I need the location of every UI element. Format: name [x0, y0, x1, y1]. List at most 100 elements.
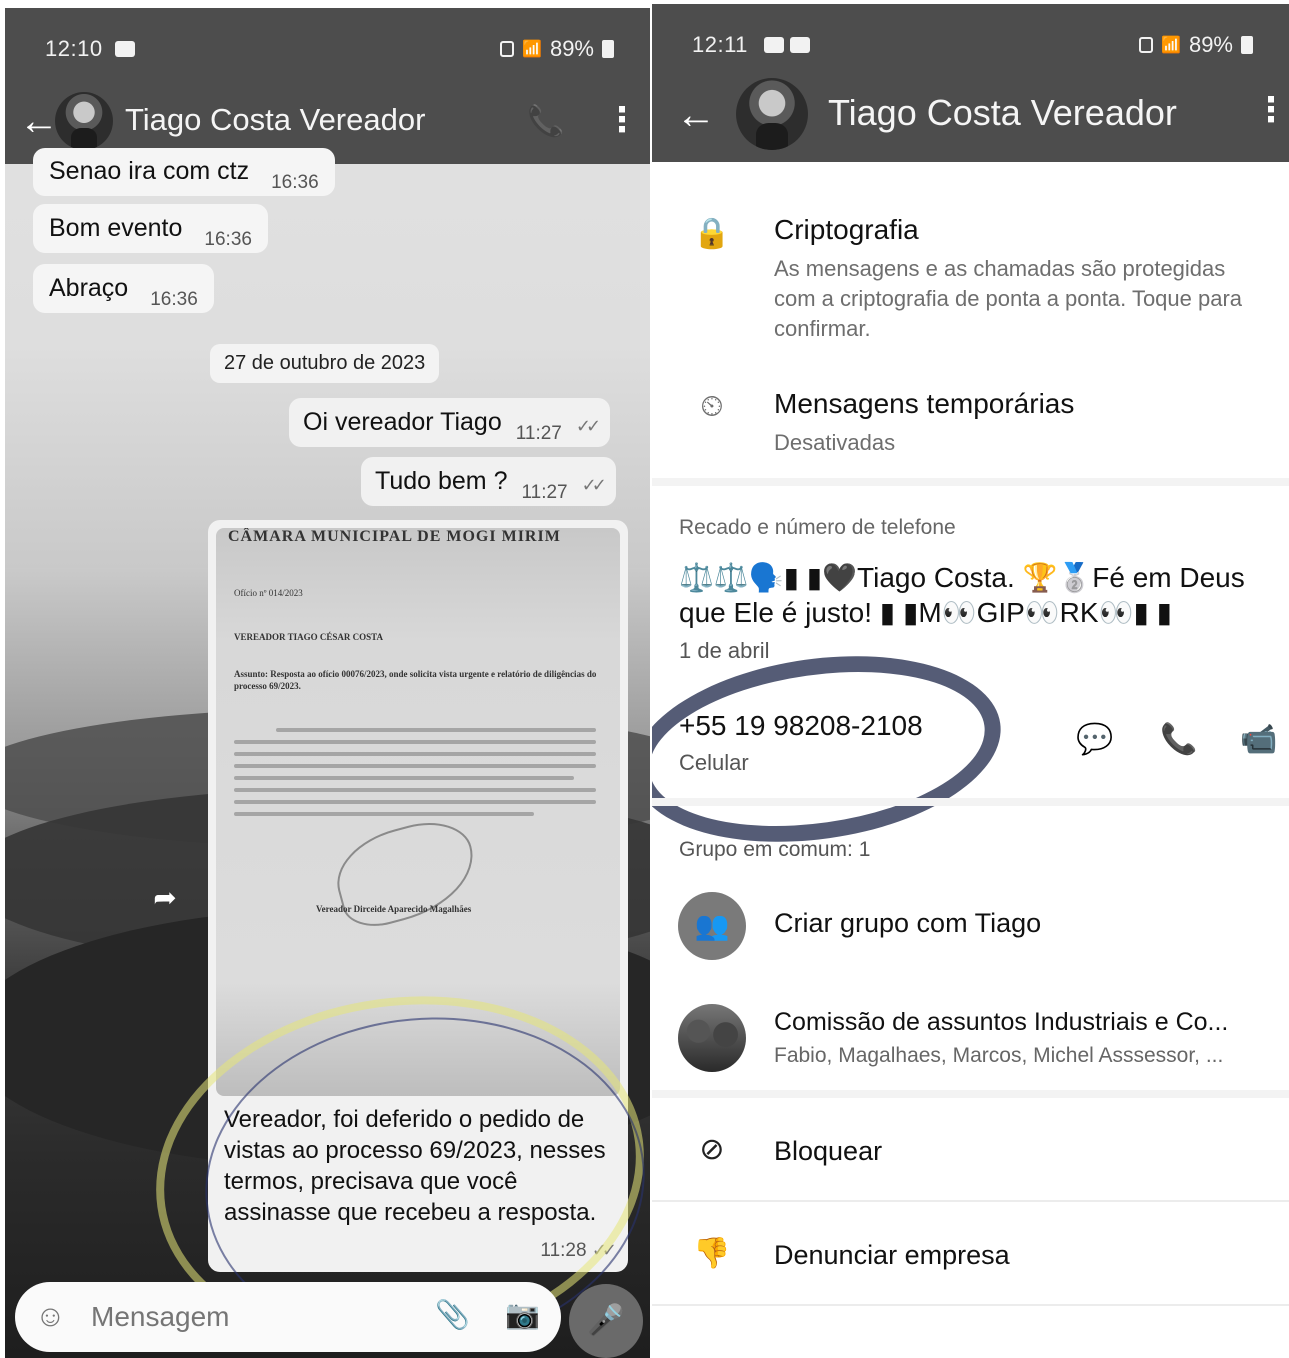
gallery-icon: [764, 37, 784, 53]
encryption-row[interactable]: 🔒 Criptografia As mensagens e as chamada…: [652, 204, 1289, 364]
disappearing-messages-row[interactable]: ⏲ Mensagens temporárias Desativadas: [652, 382, 1289, 472]
message-text: Tudo bem ?: [375, 467, 508, 495]
back-arrow-icon[interactable]: ←: [19, 96, 59, 146]
groups-common-label: Grupo em comum: 1: [679, 838, 871, 861]
document-line: [234, 788, 596, 792]
signature-scribble: [326, 811, 486, 935]
create-group-label: Criar grupo com Tiago: [774, 908, 1042, 938]
notification-icon: [115, 41, 135, 57]
battery-icon: [1241, 36, 1253, 54]
more-options-icon[interactable]: ⋮: [1254, 90, 1288, 130]
contact-header: ← Tiago Costa Vereador ⋮: [652, 74, 1289, 162]
camera-icon[interactable]: 📷: [505, 1298, 540, 1331]
outgoing-bubble[interactable]: Tudo bem ? 11:27 ✓✓: [361, 457, 616, 506]
pen-annotation: [652, 634, 1013, 864]
microphone-button[interactable]: 🎤: [569, 1284, 643, 1358]
more-options-icon[interactable]: ⋮: [605, 100, 639, 140]
document-photo[interactable]: CÂMARA MUNICIPAL DE MOGI MIRIM Ofício nº…: [216, 528, 620, 1096]
document-subject: Assunto: Resposta ao ofício 00076/2023, …: [234, 669, 597, 691]
message-time: 16:36: [204, 229, 252, 250]
message-time: 11:27: [515, 423, 562, 444]
divider: [652, 798, 1289, 806]
thumbs-down-icon: 👎: [693, 1237, 731, 1270]
block-icon: ⊘: [699, 1133, 725, 1166]
group-avatar: [678, 1004, 746, 1072]
video-call-icon[interactable]: 📹: [1240, 722, 1277, 757]
message-time: 11:28 ✓✓: [540, 1240, 617, 1262]
encryption-description: As mensagens e as chamadas são protegida…: [774, 256, 1243, 341]
encryption-title: Criptografia: [774, 214, 919, 245]
about-text: ⚖️⚖️🗣️▮ ▮🖤Tiago Costa. 🏆🥈Fé em Deus que …: [679, 562, 1245, 628]
read-receipt-icon: ✓✓: [591, 1240, 617, 1260]
document-signature: Vereador Dirceide Aparecido Magalhães: [316, 904, 472, 914]
status-bar: 12:11 📶 89%: [652, 4, 1289, 78]
divider: [652, 478, 1289, 486]
read-receipt-icon: ✓✓: [581, 475, 607, 495]
message-icon[interactable]: 💬: [1076, 722, 1113, 757]
status-time: 12:10: [45, 36, 103, 61]
date-separator: 27 de outubro de 2023: [210, 344, 440, 383]
document-line: [234, 764, 596, 768]
divider: [652, 1304, 1289, 1306]
document-line: [234, 740, 596, 744]
contact-name[interactable]: Tiago Costa Vereador: [125, 102, 425, 138]
contact-name: Tiago Costa Vereador: [828, 92, 1177, 133]
timer-icon: ⏲: [700, 390, 724, 423]
message-input[interactable]: [91, 1294, 411, 1340]
message-time: 11:27: [521, 482, 568, 503]
message-time: 16:36: [150, 289, 198, 310]
disappearing-value: Desativadas: [774, 430, 896, 455]
about-date: 1 de abril: [679, 638, 770, 663]
document-recipient: VEREADOR TIAGO CÉSAR COSTA: [234, 632, 383, 642]
document-line: [234, 812, 534, 816]
phone-number[interactable]: +55 19 98208-2108: [679, 710, 923, 742]
message-bubble[interactable]: Senao ira com ctz 16:36: [33, 148, 335, 196]
forward-icon[interactable]: ➦: [143, 876, 187, 920]
lock-icon: [1139, 37, 1154, 53]
image-message[interactable]: CÂMARA MUNICIPAL DE MOGI MIRIM Ofício nº…: [208, 520, 628, 1272]
attach-icon[interactable]: 📎: [435, 1298, 470, 1331]
emoji-icon[interactable]: ☺: [35, 1300, 66, 1334]
create-group-row[interactable]: 👥 Criar grupo com Tiago: [652, 888, 1289, 968]
wifi-signal-icon: 📶: [522, 41, 542, 58]
status-time: 12:11: [692, 32, 748, 57]
read-receipt-icon: ✓✓: [575, 416, 601, 436]
battery-level: 89%: [1188, 32, 1233, 57]
avatar[interactable]: [736, 78, 808, 150]
add-call-icon[interactable]: 📞: [527, 104, 564, 139]
message-text: Oi vereador Tiago: [303, 408, 502, 436]
message-composer: ☺ 📎 📷: [15, 1282, 561, 1352]
message-bubble[interactable]: Abraço 16:36: [33, 264, 214, 313]
back-arrow-icon[interactable]: ←: [676, 90, 716, 140]
wifi-signal-icon: 📶: [1161, 37, 1181, 54]
outgoing-bubble[interactable]: Oi vereador Tiago 11:27 ✓✓: [289, 398, 611, 447]
message-time: 16:36: [271, 172, 319, 193]
document-line: [276, 728, 596, 732]
lock-icon: [500, 41, 515, 57]
message-text: Bom evento: [49, 214, 183, 242]
phone-type: Celular: [679, 750, 749, 775]
block-label: Bloquear: [774, 1136, 883, 1166]
image-caption: Vereador, foi deferido o pedido de vista…: [224, 1106, 606, 1226]
common-group-row[interactable]: Comissão de assuntos Industriais e Co...…: [652, 1000, 1289, 1080]
phone-icon[interactable]: 📞: [1160, 722, 1197, 757]
avatar[interactable]: [55, 92, 113, 150]
block-row[interactable]: ⊘ Bloquear: [652, 1126, 1289, 1186]
document-line: [234, 800, 596, 804]
chat-screen: 12:10 📶 89% ← Tiago Costa Vereador 📞 ⋮ S…: [5, 8, 650, 1358]
message-text: Senao ira com ctz: [49, 157, 250, 185]
document-oficio: Ofício nº 014/2023: [234, 588, 303, 598]
group-members: Fabio, Magalhaes, Marcos, Michel Asssess…: [774, 1044, 1224, 1067]
about-label: Recado e número de telefone: [679, 516, 956, 539]
time-value: 11:28: [540, 1240, 587, 1261]
document-line: [234, 752, 596, 756]
message-text: Abraço: [49, 274, 129, 302]
battery-level: 89%: [549, 36, 594, 61]
notification-icon: [790, 37, 810, 53]
lock-icon: 🔒: [693, 217, 731, 250]
status-bar: 12:10 📶 89%: [5, 8, 650, 84]
divider: [652, 1090, 1289, 1098]
group-name: Comissão de assuntos Industriais e Co...: [774, 1008, 1229, 1036]
report-row[interactable]: 👎 Denunciar empresa: [652, 1230, 1289, 1290]
message-bubble[interactable]: Bom evento 16:36: [33, 204, 268, 253]
